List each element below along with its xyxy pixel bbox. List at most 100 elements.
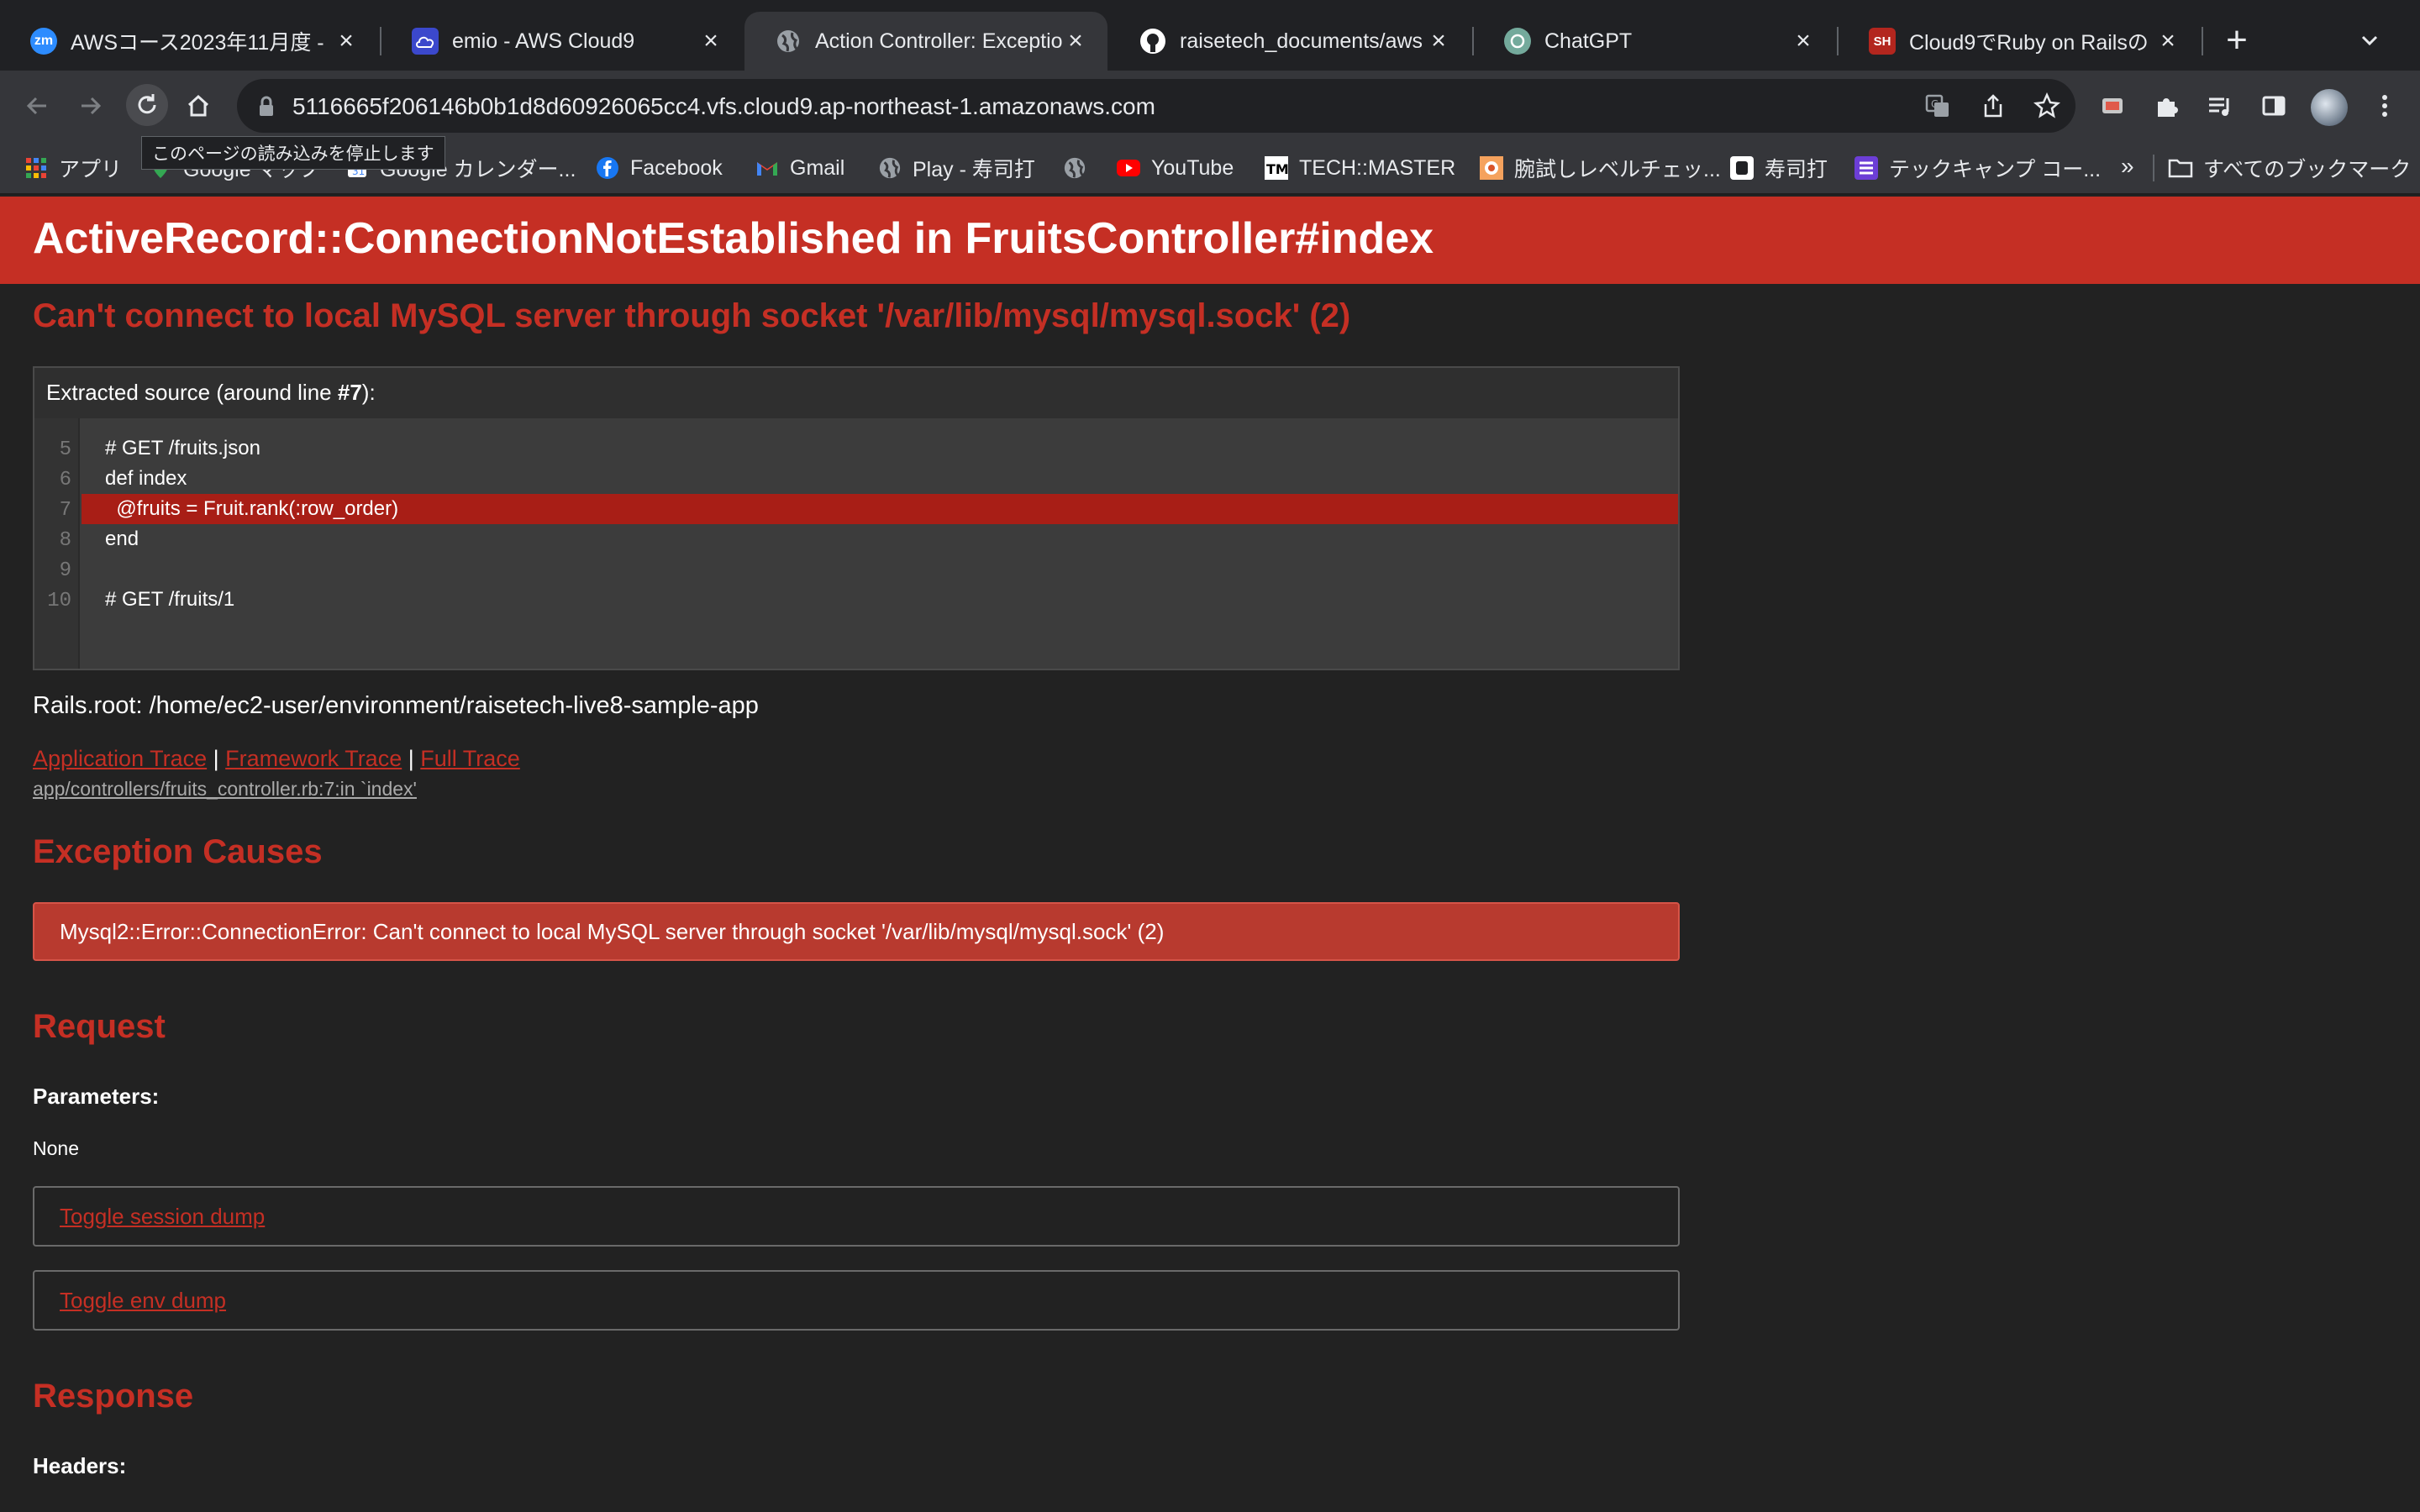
bookmarks-separator: [2153, 155, 2154, 181]
parameters-value: None: [33, 1137, 79, 1159]
browser-toolbar: 5116665f206146b0b1d8d60926065cc4.vfs.clo…: [0, 71, 2420, 141]
trace-line-link[interactable]: app/controllers/fruits_controller.rb:7:i…: [33, 778, 417, 801]
headers-label: Headers:: [33, 1453, 127, 1478]
code-line: end: [105, 528, 139, 550]
sh-icon: SH: [1869, 28, 1896, 55]
folder-icon: [2168, 155, 2193, 181]
code-line: # GET /fruits.json: [105, 437, 260, 459]
code-line: # GET /fruits/1: [105, 588, 235, 611]
bookmark-level-check[interactable]: 腕試しレベルチェッ...: [1479, 153, 1721, 183]
close-icon[interactable]: ×: [2154, 28, 2181, 55]
tab-cloud9-rails[interactable]: SH Cloud9でRuby on Railsの ×: [1839, 12, 2200, 71]
svg-text:TM: TM: [1266, 161, 1289, 177]
facebook-icon: [595, 155, 620, 181]
bookmark-star-icon[interactable]: [2032, 91, 2062, 121]
tab-title: raisetech_documents/aws: [1180, 29, 1423, 53]
framework-trace-link[interactable]: Framework Trace: [225, 746, 402, 771]
toggle-env-dump-link[interactable]: Toggle env dump: [60, 1288, 226, 1313]
bookmark-label: Play - 寿司打: [913, 158, 1035, 181]
share-icon[interactable]: [1978, 91, 2008, 121]
all-bookmarks-button[interactable]: すべてのブックマーク: [2168, 153, 2411, 183]
error-page: ActiveRecord::ConnectionNotEstablished i…: [0, 197, 2420, 1512]
extensions-puzzle-icon[interactable]: [2149, 89, 2183, 123]
headers-label-text: Headers: [33, 1453, 119, 1478]
bookmark-label: 寿司打: [1765, 158, 1828, 181]
translate-icon[interactable]: G: [1923, 91, 1953, 121]
close-icon[interactable]: ×: [697, 28, 724, 55]
tab-strip: zm AWSコース2023年11月度 - × emio - AWS Cloud9…: [0, 0, 2420, 71]
zoom-icon: zm: [30, 28, 57, 55]
bookmark-sushida[interactable]: 寿司打: [1729, 153, 1828, 183]
parameters-label-text: Parameters: [33, 1084, 152, 1109]
bookmark-techcamp[interactable]: テックキャンプ コー...: [1854, 153, 2101, 183]
back-button[interactable]: [18, 87, 55, 124]
parameters-label: Parameters:: [33, 1084, 160, 1109]
line-number: 5: [59, 438, 71, 461]
error-message: Can't connect to local MySQL server thro…: [33, 297, 1351, 334]
close-icon[interactable]: ×: [333, 28, 360, 55]
tab-chatgpt[interactable]: ChatGPT ×: [1474, 12, 1835, 71]
source-title-suffix: ):: [361, 380, 376, 405]
new-tab-button[interactable]: +: [2220, 22, 2254, 59]
bookmark-gmail[interactable]: Gmail: [755, 153, 844, 183]
bookmark-label: Gmail: [790, 155, 845, 180]
close-icon[interactable]: ×: [1425, 28, 1452, 55]
tab-title: AWSコース2023年11月度 -: [71, 31, 324, 55]
bookmark-label: 腕試しレベルチェッ...: [1514, 158, 1721, 181]
close-icon[interactable]: ×: [1790, 28, 1817, 55]
side-panel-icon[interactable]: [2257, 89, 2291, 123]
globe-icon: [775, 28, 802, 55]
apps-grid-icon: [24, 155, 49, 181]
cast-icon[interactable]: [2096, 89, 2129, 123]
more-bookmarks-button[interactable]: »: [2121, 153, 2134, 180]
rails-root: Rails.root: /home/ec2-user/environment/r…: [33, 692, 759, 719]
chatgpt-icon: [1504, 28, 1531, 55]
bookmark-label: テックキャンプ コー...: [1889, 158, 2102, 181]
url-text: 5116665f206146b0b1d8d60926065cc4.vfs.clo…: [292, 93, 1155, 119]
tab-cloud9[interactable]: emio - AWS Cloud9 ×: [381, 12, 743, 71]
forward-button[interactable]: [72, 87, 109, 124]
profile-avatar[interactable]: [2311, 89, 2348, 126]
close-icon[interactable]: ×: [1062, 28, 1089, 55]
github-icon: [1139, 28, 1166, 55]
bookmark-play-sushida[interactable]: Play - 寿司打: [877, 153, 1035, 183]
trace-links: Application Trace | Framework Trace | Fu…: [33, 746, 520, 772]
menu-kebab-icon[interactable]: [2368, 89, 2402, 123]
session-dump-box: Toggle session dump: [33, 1186, 1680, 1247]
exception-cause[interactable]: Mysql2::Error::ConnectionError: Can't co…: [33, 902, 1680, 961]
tab-action-controller[interactable]: Action Controller: Exceptio ×: [744, 12, 1107, 71]
bookmark-youtube[interactable]: YouTube: [1116, 153, 1234, 183]
bookmark-apps[interactable]: アプリ: [24, 153, 122, 183]
techcamp-icon: [1854, 155, 1879, 181]
code-block: 5 6 7 8 9 10 # GET /fruits.json def inde…: [34, 418, 1678, 669]
svg-text:G: G: [1931, 98, 1939, 110]
bookmark-label: すべてのブックマーク: [2203, 158, 2412, 181]
line-number: 6: [59, 469, 71, 491]
reload-tooltip: このページの読み込みを停止します: [141, 136, 445, 170]
application-trace-link[interactable]: Application Trace: [33, 746, 207, 771]
media-queue-icon[interactable]: [2203, 89, 2237, 123]
bookmark-techmaster[interactable]: TM TECH::MASTER: [1264, 153, 1455, 183]
line-number: 9: [59, 559, 71, 582]
bookmark-label: TECH::MASTER: [1299, 155, 1456, 180]
bookmark-globe[interactable]: [1062, 153, 1097, 183]
address-bar[interactable]: 5116665f206146b0b1d8d60926065cc4.vfs.clo…: [237, 79, 2075, 133]
techmaster-icon: TM: [1264, 155, 1289, 181]
bookmark-facebook[interactable]: Facebook: [595, 153, 723, 183]
tab-github[interactable]: raisetech_documents/aws ×: [1109, 12, 1470, 71]
source-title-prefix: Extracted source (around line: [46, 380, 338, 405]
lock-icon[interactable]: [257, 96, 276, 122]
trace-separator: |: [408, 746, 414, 771]
env-dump-box: Toggle env dump: [33, 1270, 1680, 1331]
tab-aws-course[interactable]: zm AWSコース2023年11月度 - ×: [0, 12, 378, 71]
tab-title: Action Controller: Exceptio: [815, 29, 1062, 53]
error-header: ActiveRecord::ConnectionNotEstablished i…: [0, 197, 2420, 284]
chevron-down-icon[interactable]: [2354, 25, 2385, 55]
toggle-session-dump-link[interactable]: Toggle session dump: [60, 1204, 265, 1229]
full-trace-link[interactable]: Full Trace: [420, 746, 520, 771]
reload-button[interactable]: [126, 84, 168, 126]
gmail-icon: [755, 155, 780, 181]
home-button[interactable]: [180, 87, 217, 124]
code-line: def index: [105, 467, 187, 490]
